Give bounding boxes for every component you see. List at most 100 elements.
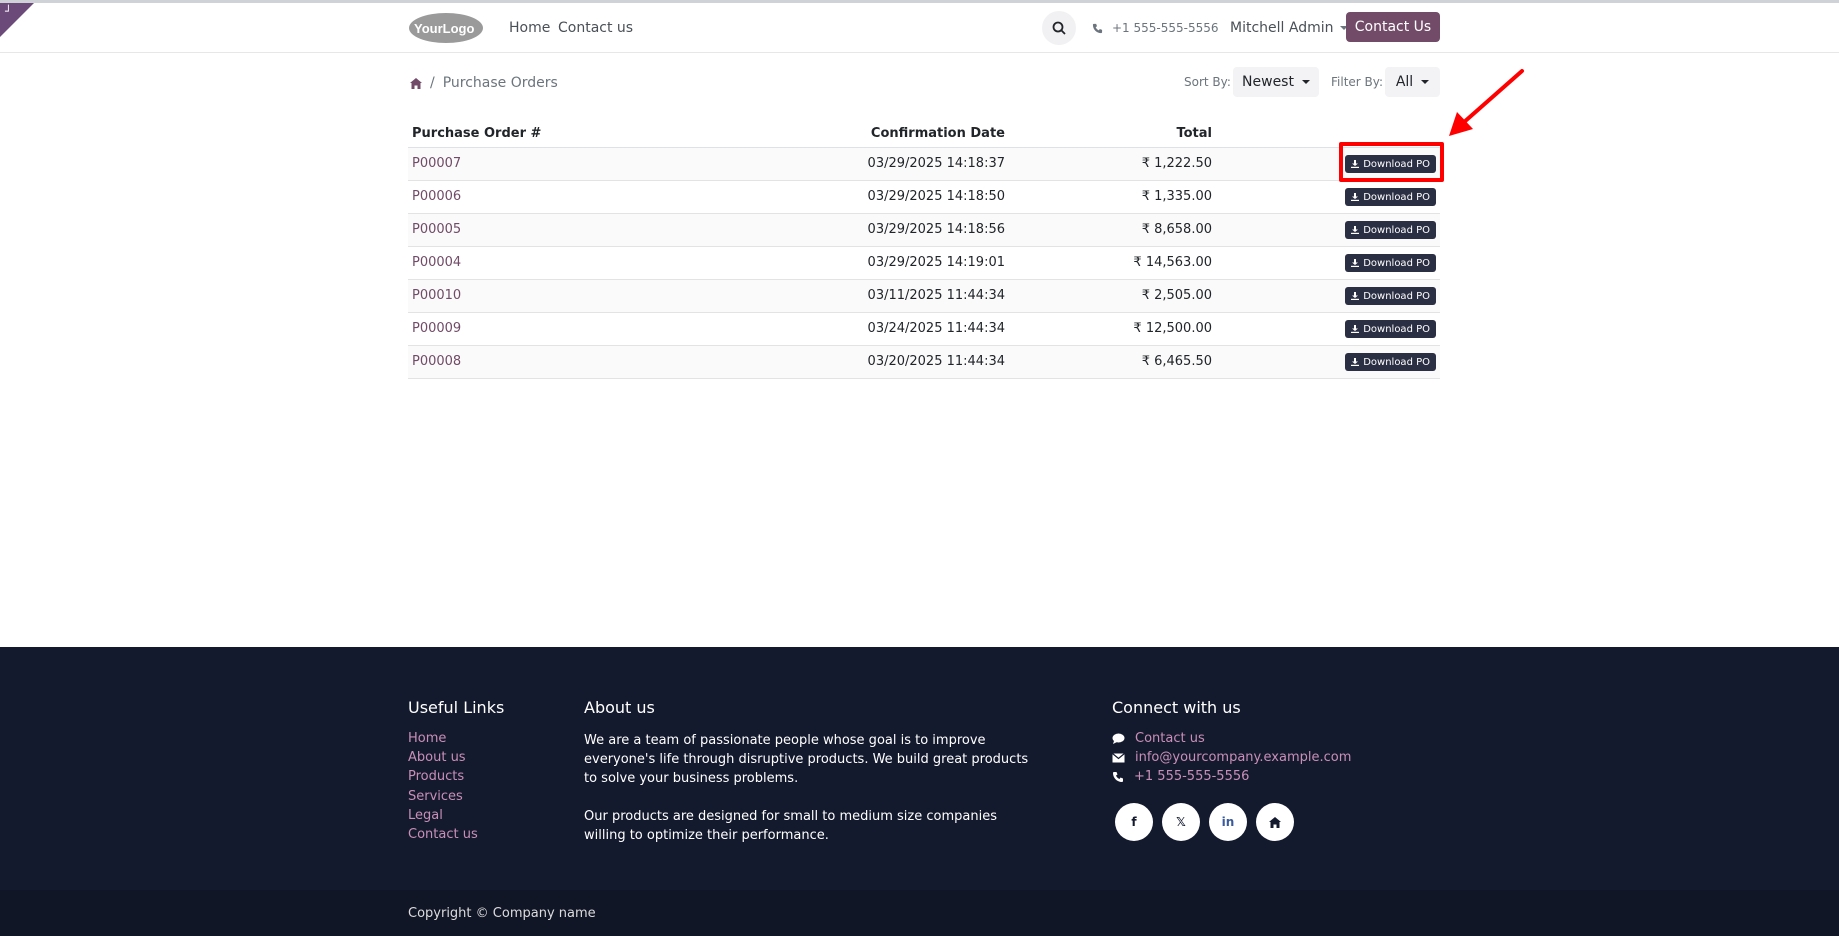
table-row[interactable]: P00007 03/29/2025 14:18:37 ₹ 1,222.50 Downl… xyxy=(408,148,1440,181)
contact-us-button[interactable]: Contact Us xyxy=(1346,12,1440,42)
about-line: to solve your business problems. xyxy=(584,771,799,786)
download-po-button[interactable]: Download PO xyxy=(1345,221,1436,239)
breadcrumb-separator: / xyxy=(430,75,435,91)
phone-number: +1 555-555-5556 xyxy=(1112,21,1219,35)
user-menu[interactable]: Mitchell Admin xyxy=(1230,20,1348,36)
comment-icon xyxy=(1112,733,1125,744)
confirmation-date: 03/29/2025 14:18:50 xyxy=(867,189,1005,204)
footer-phone[interactable]: +1 555-555-5556 xyxy=(1112,769,1249,784)
order-link[interactable]: P00008 xyxy=(412,354,461,369)
linkedin-icon[interactable]: in xyxy=(1209,803,1247,841)
header-date: Confirmation Date xyxy=(870,126,1005,141)
footer-link[interactable]: Contact us xyxy=(408,827,478,842)
order-link[interactable]: P00010 xyxy=(412,288,461,303)
about-line: Our products are designed for small to m… xyxy=(584,809,997,824)
header-phone[interactable]: +1 555-555-5556 xyxy=(1092,21,1219,35)
table-row[interactable]: P00006 03/29/2025 14:18:50 ₹ 1,335.00 Downl… xyxy=(408,181,1440,214)
download-icon xyxy=(1351,292,1360,300)
footer-link[interactable]: Services xyxy=(408,789,463,804)
confirmation-date: 03/29/2025 14:18:56 xyxy=(867,222,1005,237)
about-paragraph-2: Our products are designed for small to m… xyxy=(584,807,997,845)
footer-link[interactable]: About us xyxy=(408,750,466,765)
breadcrumb-current: Purchase Orders xyxy=(442,75,558,91)
confirmation-date: 03/29/2025 14:19:01 xyxy=(867,255,1005,270)
order-total: ₹ 8,658.00 xyxy=(1141,222,1212,237)
sort-label: Sort By: xyxy=(1184,75,1231,89)
table-row[interactable]: P00008 03/20/2025 11:44:34 ₹ 6,465.50 Downl… xyxy=(408,346,1440,379)
about-line: We are a team of passionate people whose… xyxy=(584,733,986,748)
phone-icon xyxy=(1113,771,1123,782)
search-icon xyxy=(1052,21,1066,35)
table-row[interactable]: P00010 03/11/2025 11:44:34 ₹ 2,505.00 Downl… xyxy=(408,280,1440,313)
header-total: Total xyxy=(1176,126,1212,141)
footer-contact-us-label: Contact us xyxy=(1135,731,1205,746)
search-button[interactable] xyxy=(1042,11,1076,45)
envelope-icon xyxy=(1112,752,1125,762)
footer-email[interactable]: info@yourcompany.example.com xyxy=(1112,750,1351,765)
facebook-icon[interactable]: f xyxy=(1115,803,1153,841)
about-title: About us xyxy=(584,698,655,717)
red-arrow-annotation xyxy=(1449,69,1524,136)
order-total: ₹ 12,500.00 xyxy=(1133,321,1212,336)
header-order: Purchase Order # xyxy=(412,126,542,141)
corner-icon: ┘ xyxy=(5,5,12,18)
footer-bottom-bar xyxy=(0,890,1839,936)
home-icon[interactable] xyxy=(410,77,422,89)
filter-value: All xyxy=(1395,74,1414,90)
footer-link[interactable]: Products xyxy=(408,769,464,784)
order-link[interactable]: P00007 xyxy=(412,156,461,171)
download-icon xyxy=(1351,325,1360,333)
about-line: everyone's life through disruptive produ… xyxy=(584,752,1029,767)
download-po-label: Download PO xyxy=(1363,191,1430,203)
order-link[interactable]: P00004 xyxy=(412,255,461,270)
download-po-button[interactable]: Download PO xyxy=(1345,287,1436,305)
download-po-label: Download PO xyxy=(1363,323,1430,335)
table-row[interactable]: P00005 03/29/2025 14:18:56 ₹ 8,658.00 Downl… xyxy=(408,214,1440,247)
download-po-label: Download PO xyxy=(1363,356,1430,368)
download-po-label: Download PO xyxy=(1363,257,1430,269)
about-line: willing to optimize their performance. xyxy=(584,828,829,843)
user-name: Mitchell Admin xyxy=(1230,20,1334,36)
connect-title: Connect with us xyxy=(1112,698,1241,717)
filter-dropdown[interactable]: All xyxy=(1385,67,1440,97)
sort-dropdown[interactable]: Newest xyxy=(1233,67,1319,97)
purchase-orders-table: Purchase Order # Confirmation Date Total… xyxy=(408,120,1440,379)
nav-contact-us[interactable]: Contact us xyxy=(558,20,633,36)
footer-link[interactable]: Legal xyxy=(408,808,443,823)
copyright: Copyright © Company name xyxy=(408,906,596,921)
order-link[interactable]: P00009 xyxy=(412,321,461,336)
order-link[interactable]: P00006 xyxy=(412,189,461,204)
download-po-button[interactable]: Download PO xyxy=(1345,188,1436,206)
footer-email-label: info@yourcompany.example.com xyxy=(1135,750,1352,765)
order-total: ₹ 1,335.00 xyxy=(1141,189,1212,204)
download-po-button[interactable]: Download PO xyxy=(1345,254,1436,272)
download-po-button[interactable]: Download PO xyxy=(1345,320,1436,338)
highlight-box xyxy=(1339,142,1444,182)
footer-phone-label: +1 555-555-5556 xyxy=(1134,769,1250,784)
table-body: P00007 03/29/2025 14:18:37 ₹ 1,222.50 Downl… xyxy=(408,148,1440,379)
download-icon xyxy=(1351,259,1360,267)
download-po-button[interactable]: Download PO xyxy=(1345,353,1436,371)
footer-contact-us[interactable]: Contact us xyxy=(1112,731,1205,746)
order-total: ₹ 6,465.50 xyxy=(1141,354,1212,369)
logo[interactable]: YourLogo xyxy=(408,12,484,44)
nav-home[interactable]: Home xyxy=(509,20,550,36)
x-icon[interactable]: 𝕏 xyxy=(1162,803,1200,841)
chevron-down-icon xyxy=(1301,80,1310,84)
download-icon xyxy=(1351,358,1360,366)
useful-links-title: Useful Links xyxy=(408,698,505,717)
logo-text: YourLogo xyxy=(414,21,474,36)
order-link[interactable]: P00005 xyxy=(412,222,461,237)
phone-icon xyxy=(1092,23,1103,33)
download-icon xyxy=(1351,193,1360,201)
sort-value: Newest xyxy=(1242,74,1294,90)
about-paragraph-1: We are a team of passionate people whose… xyxy=(584,731,1028,788)
home-icon[interactable] xyxy=(1256,803,1294,841)
footer-link[interactable]: Home xyxy=(408,731,446,746)
confirmation-date: 03/24/2025 11:44:34 xyxy=(867,321,1005,336)
order-total: ₹ 14,563.00 xyxy=(1133,255,1212,270)
table-row[interactable]: P00009 03/24/2025 11:44:34 ₹ 12,500.00 Down… xyxy=(408,313,1440,346)
table-row[interactable]: P00004 03/29/2025 14:19:01 ₹ 14,563.00 Down… xyxy=(408,247,1440,280)
download-icon xyxy=(1351,226,1360,234)
chevron-down-icon xyxy=(1421,80,1430,84)
